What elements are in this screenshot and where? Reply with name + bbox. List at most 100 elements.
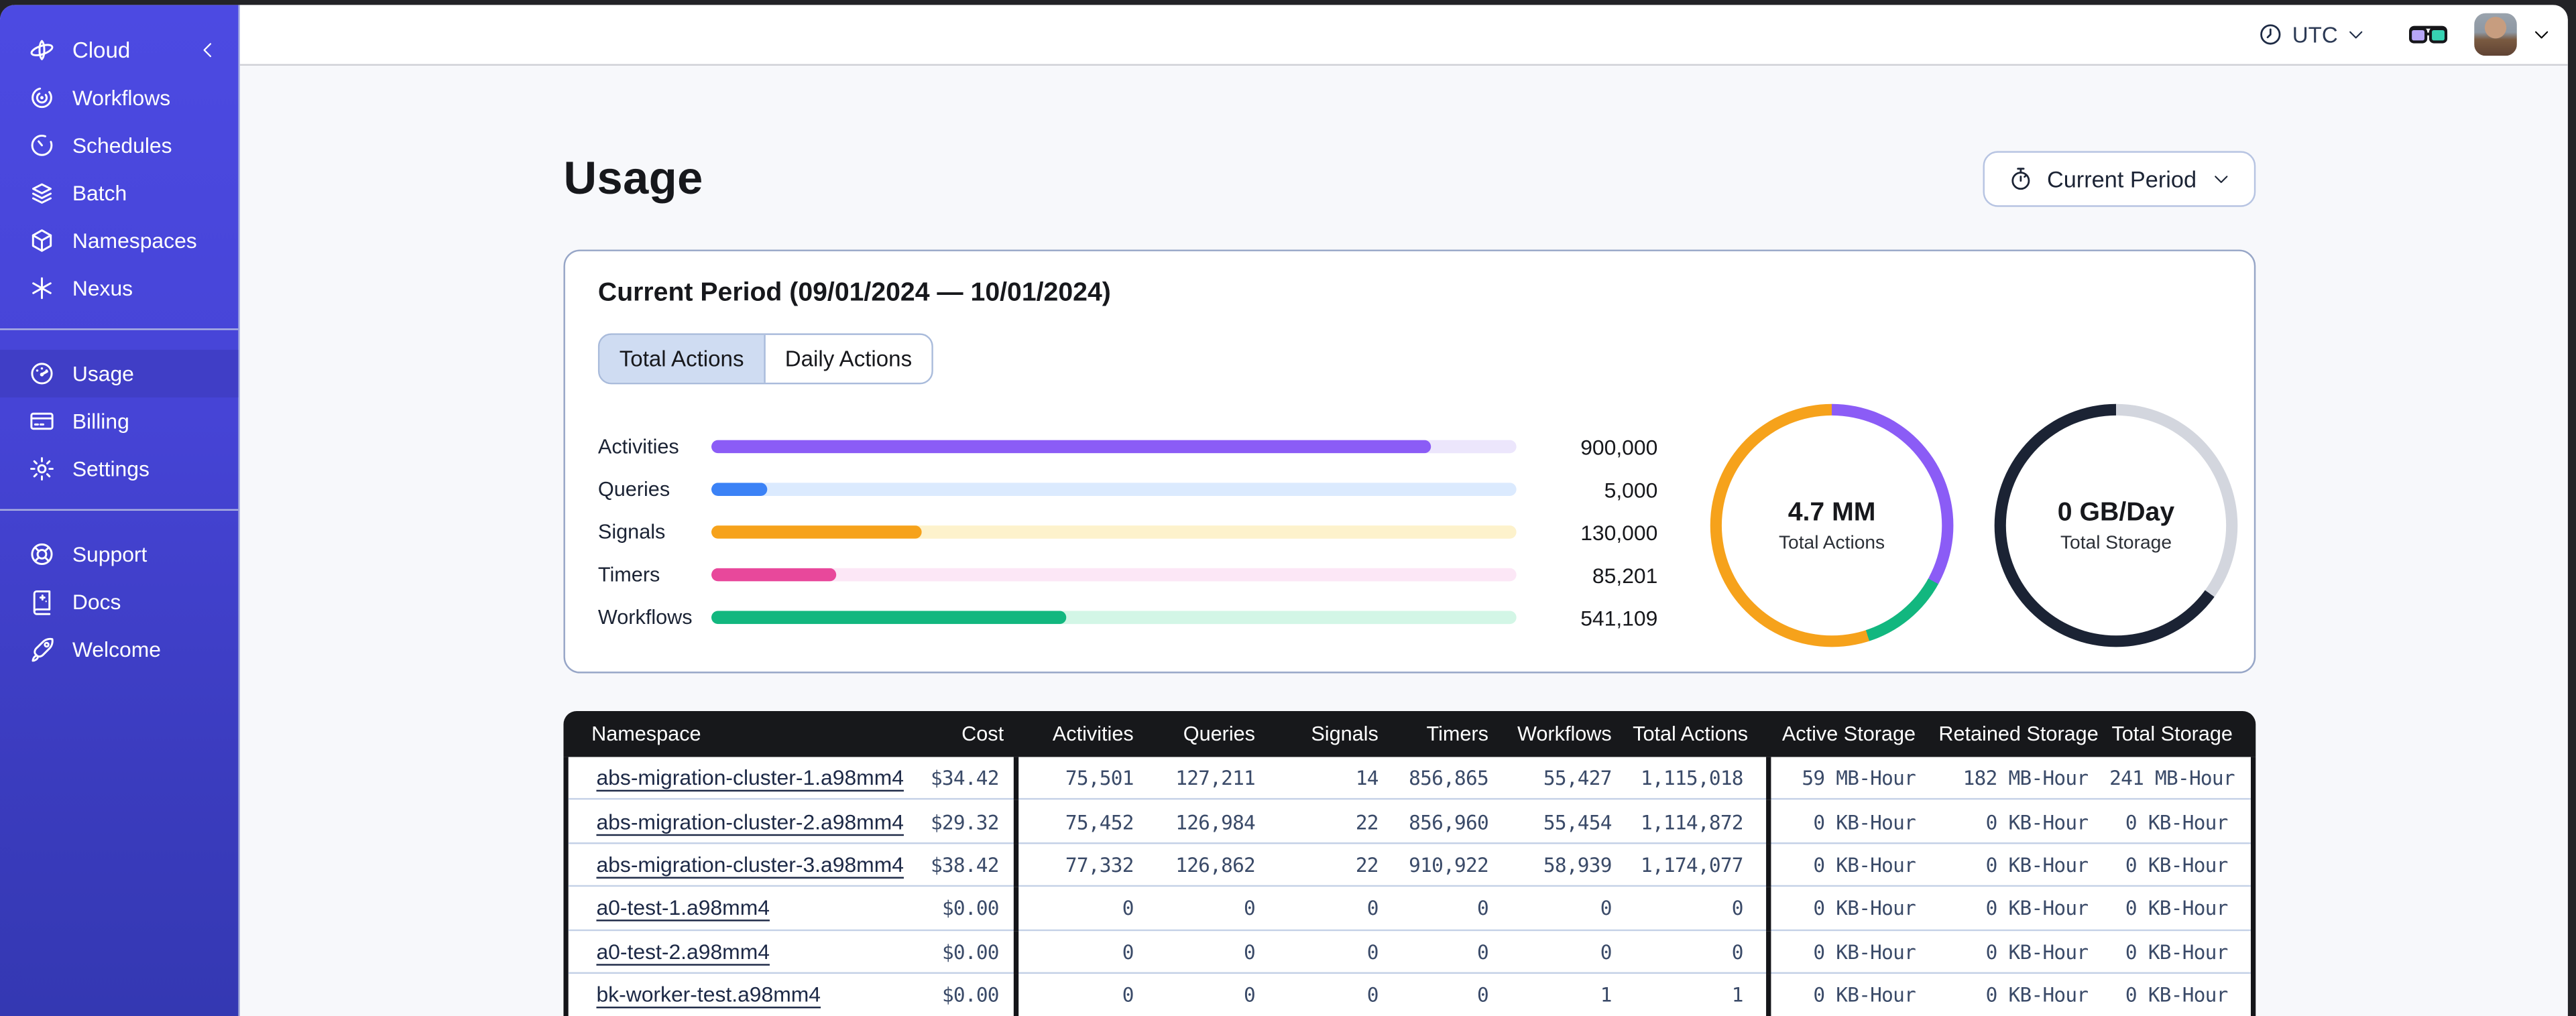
cell-activities: 75,452 — [1065, 810, 1134, 834]
cell-active-storage: 0 KB-Hour — [1813, 940, 1916, 964]
sidebar-item-usage[interactable]: Usage — [0, 349, 239, 397]
cell-total-actions: 1 — [1627, 973, 1771, 1016]
namespace-link[interactable]: bk-worker-test.a98mm4 — [596, 982, 821, 1007]
period-button-label: Current Period — [2046, 166, 2197, 192]
cell-workflows: 55,454 — [1543, 810, 1613, 834]
tab-daily-actions[interactable]: Daily Actions — [765, 334, 932, 383]
cell-signals: 0 — [1366, 984, 1379, 1007]
chevron-down-icon — [2346, 21, 2365, 49]
bar-value: 130,000 — [1580, 519, 1658, 545]
sidebar-item-label: Usage — [72, 361, 134, 386]
cell-retained-storage: 182 MB-Hour — [1963, 767, 2089, 791]
sidebar-item-billing[interactable]: Billing — [0, 397, 238, 445]
bar-value: 541,109 — [1580, 605, 1658, 630]
3d-glasses-icon[interactable] — [2408, 21, 2448, 49]
cell-total-storage: 0 KB-Hour — [2125, 810, 2228, 834]
table-row: a0-test-2.a98mm4 $0.00 0 0 0 0 0 0 0 KB-Hour 0 KB… — [568, 930, 2251, 974]
cell-timers: 0 — [1476, 940, 1489, 964]
sidebar-item-label: Welcome — [72, 637, 162, 662]
cell-cost: $34.42 — [843, 757, 1019, 801]
sidebar-item-schedules[interactable]: Schedules — [0, 121, 238, 169]
user-avatar[interactable] — [2474, 13, 2517, 56]
usage-bar-chart: Activities 900,000 Queries 5,000 Signals 130,… — [598, 426, 1657, 647]
cell-workflows: 0 — [1600, 897, 1613, 921]
bar-row-signals: Signals 130,000 — [598, 511, 1657, 554]
main-area: UTC Usage Current Period Current Period … — [239, 5, 2568, 1016]
cell-signals: 0 — [1366, 940, 1379, 964]
cell-total-actions: 0 — [1627, 887, 1771, 931]
stopwatch-icon — [2007, 165, 2034, 193]
sidebar-item-batch[interactable]: Batch — [0, 169, 238, 216]
sidebar-item-label: Workflows — [72, 85, 171, 111]
cell-retained-storage: 0 KB-Hour — [1985, 897, 2089, 921]
cell-activities: 0 — [1122, 984, 1134, 1007]
settings-icon — [28, 455, 56, 483]
cell-total-storage: 0 KB-Hour — [2125, 854, 2228, 877]
cell-signals: 22 — [1355, 810, 1379, 834]
timezone-selector[interactable]: UTC — [2258, 21, 2365, 49]
table-row: abs-migration-cluster-2.a98mm4 $29.32 75,4… — [568, 800, 2251, 844]
sidebar-item-label: Namespaces — [72, 228, 197, 253]
namespace-link[interactable]: a0-test-2.a98mm4 — [596, 939, 770, 964]
tab-total-actions[interactable]: Total Actions — [599, 334, 766, 383]
cell-total-actions: 1,174,077 — [1627, 843, 1771, 887]
donut-total-actions-value: 4.7 MM — [1788, 498, 1876, 527]
cell-workflows: 58,939 — [1543, 854, 1613, 877]
namespace-link[interactable]: a0-test-1.a98mm4 — [596, 895, 770, 920]
sidebar-item-label: Schedules — [72, 133, 172, 158]
bar-label: Activities — [597, 435, 679, 458]
sidebar-item-settings[interactable]: Settings — [0, 445, 238, 493]
batch-icon — [28, 179, 56, 207]
cell-queries: 126,984 — [1175, 810, 1256, 834]
bar-label: Workflows — [597, 606, 693, 629]
sidebar-item-namespaces[interactable]: Namespaces — [0, 216, 238, 264]
cell-total-storage: 0 KB-Hour — [2125, 984, 2228, 1007]
cell-total-storage: 0 KB-Hour — [2125, 897, 2228, 921]
bar-label: Timers — [597, 563, 660, 586]
chevron-down-icon[interactable] — [2530, 21, 2551, 49]
bar-fill — [711, 525, 922, 539]
sidebar-item-label: Support — [72, 542, 148, 567]
billing-icon — [28, 407, 56, 436]
sidebar-divider — [0, 328, 239, 330]
cell-workflows: 1 — [1600, 984, 1613, 1007]
namespace-cell: a0-test-1.a98mm4 — [569, 894, 843, 924]
support-icon — [28, 540, 56, 568]
sidebar-item-nexus[interactable]: Nexus — [0, 264, 238, 312]
cell-cost: $29.32 — [843, 800, 1019, 844]
cell-queries: 0 — [1244, 897, 1256, 921]
cell-signals: 22 — [1355, 854, 1379, 877]
bar-label: Signals — [597, 520, 666, 544]
namespace-cell: abs-migration-cluster-3.a98mm4 — [569, 850, 904, 880]
total-actions-donut: 4.7 MM Total Actions — [1710, 403, 1954, 647]
column-header-active-storage: Active Storage — [1781, 722, 1916, 746]
cell-retained-storage: 0 KB-Hour — [1985, 984, 2089, 1007]
schedules-icon — [28, 131, 56, 160]
sidebar-item-support[interactable]: Support — [0, 530, 238, 578]
app-window: Cloud Workflows Schedules Batch Namespaces N… — [0, 5, 2568, 1016]
namespace-usage-table: Namespace Cost Activities Queries Signals Tim… — [563, 710, 2256, 1016]
cell-total-actions: 1,115,018 — [1627, 757, 1771, 801]
sidebar-item-welcome[interactable]: Welcome — [0, 626, 238, 674]
bar-row-activities: Activities 900,000 — [598, 426, 1657, 468]
bar-row-timers: Timers 85,201 — [598, 554, 1657, 596]
period-select-button[interactable]: Current Period — [1983, 151, 2256, 207]
cell-total-actions: 0 — [1627, 930, 1771, 974]
sidebar-item-docs[interactable]: Docs — [0, 578, 238, 626]
cell-retained-storage: 0 KB-Hour — [1985, 854, 2089, 877]
bar-value: 5,000 — [1604, 477, 1658, 502]
actions-tab-group: Total Actions Daily Actions — [597, 333, 934, 385]
namespaces-icon — [28, 227, 56, 255]
welcome-icon — [28, 635, 56, 663]
docs-icon — [28, 588, 56, 616]
content-area: Usage Current Period Current Period (09/… — [239, 66, 2568, 1016]
cell-activities: 0 — [1122, 940, 1134, 964]
sidebar-item-workflows[interactable]: Workflows — [0, 74, 238, 121]
bar-fill — [711, 568, 837, 582]
sidebar-header[interactable]: Cloud — [0, 25, 238, 74]
sidebar-item-label: Settings — [72, 456, 150, 481]
cell-cost: $0.00 — [843, 973, 1019, 1016]
sidebar-item-label: Docs — [72, 589, 121, 615]
chevron-left-icon[interactable] — [197, 36, 219, 64]
cell-signals: 0 — [1366, 897, 1379, 921]
